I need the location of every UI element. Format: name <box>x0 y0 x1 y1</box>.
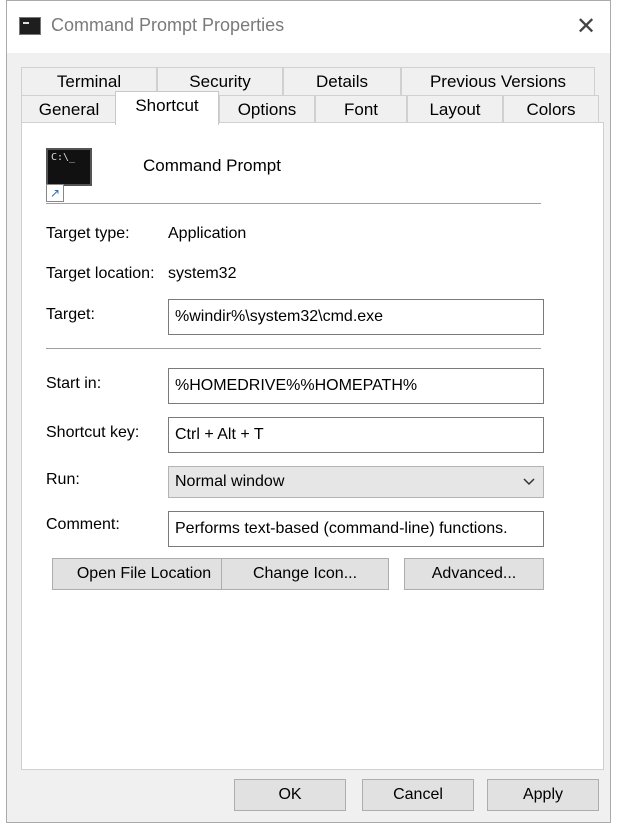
cancel-button[interactable]: Cancel <box>362 779 474 811</box>
run-label: Run: <box>46 471 80 488</box>
tab-previous-versions[interactable]: Previous Versions <box>401 67 595 95</box>
target-location-label: Target location: <box>46 265 155 282</box>
run-select[interactable]: Normal window <box>168 466 544 498</box>
comment-label: Comment: <box>46 516 120 533</box>
target-type-value: Application <box>168 225 247 242</box>
tab-font[interactable]: Font <box>315 95 407 123</box>
shortcut-arrow-icon: ↗ <box>46 184 64 202</box>
tab-general[interactable]: General <box>21 95 117 123</box>
close-button[interactable]: ✕ <box>568 9 604 43</box>
tab-details[interactable]: Details <box>283 67 401 95</box>
comment-field[interactable]: Performs text-based (command-line) funct… <box>168 511 544 547</box>
run-select-value: Normal window <box>175 473 285 490</box>
tab-shortcut[interactable]: Shortcut <box>115 91 219 125</box>
ok-button[interactable]: OK <box>234 779 346 811</box>
cmd-prompt-glyph: C:\_ <box>51 152 76 163</box>
properties-dialog: Command Prompt Properties ✕ Terminal Sec… <box>6 0 611 823</box>
start-in-label: Start in: <box>46 375 102 392</box>
open-file-location-button[interactable]: Open File Location <box>52 558 236 590</box>
shortcut-key-field[interactable]: Ctrl + Alt + T <box>168 417 544 453</box>
cmd-app-icon: C:\_ ↗ <box>46 148 92 202</box>
tab-layout[interactable]: Layout <box>407 95 503 123</box>
start-in-field[interactable]: %HOMEDRIVE%%HOMEPATH% <box>168 368 544 404</box>
window-title: Command Prompt Properties <box>51 15 285 35</box>
target-type-label: Target type: <box>46 225 130 242</box>
title-bar: Command Prompt Properties ✕ <box>7 1 610 53</box>
divider <box>46 348 541 349</box>
cmd-window-icon <box>19 17 41 35</box>
chevron-down-icon <box>521 467 537 497</box>
tab-options[interactable]: Options <box>219 95 315 123</box>
target-label: Target: <box>46 306 95 323</box>
advanced-button[interactable]: Advanced... <box>404 558 544 590</box>
apply-button[interactable]: Apply <box>487 779 599 811</box>
target-field[interactable]: %windir%\system32\cmd.exe <box>168 299 544 335</box>
tab-colors[interactable]: Colors <box>503 95 599 123</box>
change-icon-button[interactable]: Change Icon... <box>221 558 389 590</box>
divider <box>46 203 541 204</box>
shortcut-name: Command Prompt <box>143 156 281 175</box>
target-location-value: system32 <box>168 265 237 282</box>
shortcut-key-label: Shortcut key: <box>46 424 140 441</box>
shortcut-panel: C:\_ ↗ Command Prompt Target type: Appli… <box>21 122 604 770</box>
